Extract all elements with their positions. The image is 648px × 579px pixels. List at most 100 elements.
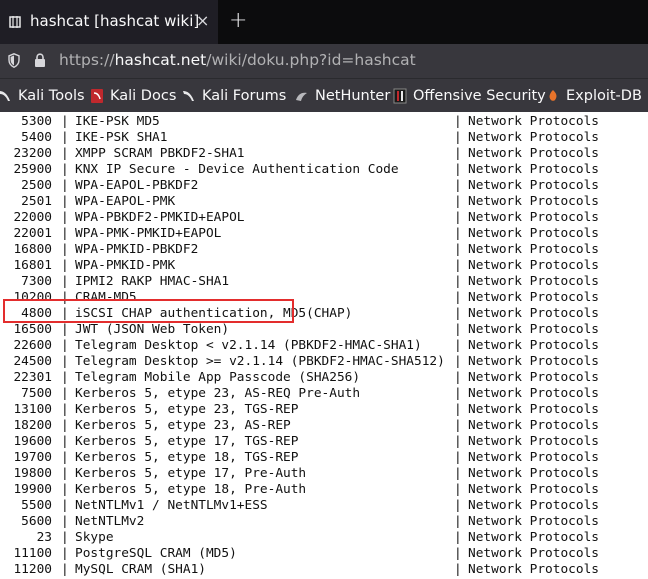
category-cell: Network Protocols xyxy=(468,242,599,257)
bookmarks-toolbar: Kali Tools Kali Docs Kali Forums NetHunt… xyxy=(0,78,648,112)
hash-name-cell: IKE-PSK SHA1 xyxy=(75,130,168,145)
hash-mode-cell: 25900 xyxy=(13,162,52,177)
bookmark-kali-docs[interactable]: Kali Docs xyxy=(90,79,176,113)
hash-mode-cell: 7300 xyxy=(21,274,52,289)
hash-mode-cell: 16801 xyxy=(13,258,52,273)
column-separator: | xyxy=(454,194,462,209)
hash-mode-cell: 24500 xyxy=(13,354,52,369)
column-separator: | xyxy=(454,146,462,161)
table-row: 19800 | Kerberos 5, etype 17, Pre-Auth | Net… xyxy=(0,466,648,482)
category-cell: Network Protocols xyxy=(468,258,599,273)
hash-name-cell: Telegram Desktop < v2.1.14 (PBKDF2-HMAC-… xyxy=(75,338,422,353)
hash-name-cell: Kerberos 5, etype 18, TGS-REP xyxy=(75,450,299,465)
hash-mode-cell: 19600 xyxy=(13,434,52,449)
column-separator: | xyxy=(454,242,462,257)
hash-name-cell: WPA-PBKDF2-PMKID+EAPOL xyxy=(75,210,245,225)
table-row: 7500 | Kerberos 5, etype 23, AS-REQ Pre-Au… xyxy=(0,386,648,402)
hash-name-cell: Kerberos 5, etype 17, TGS-REP xyxy=(75,434,299,449)
column-separator: | xyxy=(454,290,462,305)
column-separator: | xyxy=(454,226,462,241)
hash-mode-cell: 19700 xyxy=(13,450,52,465)
hash-modes-table: 5300 | IKE-PSK MD5 | Network Protocols 5400 | I… xyxy=(0,112,648,579)
hash-name-cell: CRAM-MD5 xyxy=(75,290,137,305)
address-bar[interactable]: https://hashcat.net/wiki/doku.php?id=has… xyxy=(0,44,648,78)
table-row: 7300 | IPMI2 RAKP HMAC-SHA1 | Network Protoc… xyxy=(0,274,648,290)
hash-mode-cell: 2501 xyxy=(21,194,52,209)
hash-name-cell: Telegram Mobile App Passcode (SHA256) xyxy=(75,370,361,385)
category-cell: Network Protocols xyxy=(468,114,599,129)
table-row: 22000 | WPA-PBKDF2-PMKID+EAPOL | Network Pro… xyxy=(0,210,648,226)
column-separator: | xyxy=(61,386,69,401)
table-row: 16801 | WPA-PMKID-PMK | Network Protocols xyxy=(0,258,648,274)
hash-name-cell: NetNTLMv1 / NetNTLMv1+ESS xyxy=(75,498,268,513)
column-separator: | xyxy=(61,274,69,289)
hash-mode-cell: 7500 xyxy=(21,386,52,401)
hash-name-cell: iSCSI CHAP authentication, MD5(CHAP) xyxy=(75,306,353,321)
tab-close-icon[interactable]: × xyxy=(196,11,209,30)
url-protocol: https:// xyxy=(59,51,115,69)
hash-mode-cell: 22600 xyxy=(13,338,52,353)
url-text[interactable]: https://hashcat.net/wiki/doku.php?id=has… xyxy=(59,51,416,69)
category-cell: Network Protocols xyxy=(468,178,599,193)
hash-mode-cell: 11200 xyxy=(13,562,52,577)
table-row: 22001 | WPA-PMK-PMKID+EAPOL | Network Protoc… xyxy=(0,226,648,242)
column-separator: | xyxy=(61,162,69,177)
column-separator: | xyxy=(454,162,462,177)
column-separator: | xyxy=(454,130,462,145)
column-separator: | xyxy=(61,546,69,561)
category-cell: Network Protocols xyxy=(468,162,599,177)
category-cell: Network Protocols xyxy=(468,418,599,433)
category-cell: Network Protocols xyxy=(468,338,599,353)
category-cell: Network Protocols xyxy=(468,546,599,561)
bookmark-kali-forums[interactable]: Kali Forums xyxy=(182,79,286,113)
category-cell: Network Protocols xyxy=(468,498,599,513)
category-cell: Network Protocols xyxy=(468,290,599,305)
hash-mode-cell: 5300 xyxy=(21,114,52,129)
hash-mode-cell: 10200 xyxy=(13,290,52,305)
column-separator: | xyxy=(454,562,462,577)
hash-name-cell: IPMI2 RAKP HMAC-SHA1 xyxy=(75,274,230,289)
table-row: 24500 | Telegram Desktop >= v2.1.14 (PBKDF… xyxy=(0,354,648,370)
bookmark-kali-tools[interactable]: Kali Tools xyxy=(0,79,85,113)
hash-mode-cell: 13100 xyxy=(13,402,52,417)
table-row: 22301 | Telegram Mobile App Passcode (SHA2… xyxy=(0,370,648,386)
hash-mode-cell: 23 xyxy=(36,530,52,545)
new-tab-button[interactable]: + xyxy=(229,8,247,33)
table-row: 18200 | Kerberos 5, etype 23, AS-REP | Netwo… xyxy=(0,418,648,434)
category-cell: Network Protocols xyxy=(468,194,599,209)
bookmark-nethunter[interactable]: NetHunter xyxy=(295,79,390,113)
bookmark-offensive-security[interactable]: Offensive Security xyxy=(393,79,546,113)
hash-name-cell: WPA-PMKID-PBKDF2 xyxy=(75,242,199,257)
url-path: /wiki/doku.php?id=hashcat xyxy=(206,51,416,69)
column-separator: | xyxy=(454,274,462,289)
hash-mode-cell: 22001 xyxy=(13,226,52,241)
category-cell: Network Protocols xyxy=(468,482,599,497)
table-row: 23200 | XMPP SCRAM PBKDF2-SHA1 | Network Pro… xyxy=(0,146,648,162)
hash-mode-cell: 5600 xyxy=(21,514,52,529)
hash-name-cell: JWT (JSON Web Token) xyxy=(75,322,230,337)
column-separator: | xyxy=(454,178,462,193)
hash-mode-cell: 16500 xyxy=(13,322,52,337)
hash-name-cell: PostgreSQL CRAM (MD5) xyxy=(75,546,237,561)
hash-name-cell: WPA-PMKID-PMK xyxy=(75,258,176,273)
hash-name-cell: Skype xyxy=(75,530,114,545)
hash-name-cell: Kerberos 5, etype 23, AS-REQ Pre-Auth xyxy=(75,386,361,401)
bookmark-exploit-db[interactable]: Exploit-DB xyxy=(546,79,642,113)
table-row: 4800 | iSCSI CHAP authentication, MD5(CHAP… xyxy=(0,306,648,322)
tab-hashcat[interactable]: hashcat [hashcat wiki] × xyxy=(0,0,218,44)
hash-mode-cell: 23200 xyxy=(13,146,52,161)
table-row: 11200 | MySQL CRAM (SHA1) | Network Protocol… xyxy=(0,562,648,578)
tracking-shield-icon[interactable] xyxy=(8,53,20,68)
tab-title: hashcat [hashcat wiki] xyxy=(30,12,200,30)
column-separator: | xyxy=(61,306,69,321)
column-separator: | xyxy=(454,354,462,369)
category-cell: Network Protocols xyxy=(468,466,599,481)
column-separator: | xyxy=(61,482,69,497)
table-row: 2500 | WPA-EAPOL-PBKDF2 | Network Protocols xyxy=(0,178,648,194)
lock-icon[interactable] xyxy=(34,53,46,68)
kali-dragon-icon xyxy=(0,91,10,101)
category-cell: Network Protocols xyxy=(468,210,599,225)
column-separator: | xyxy=(454,482,462,497)
column-separator: | xyxy=(61,338,69,353)
hash-name-cell: WPA-PMK-PMKID+EAPOL xyxy=(75,226,222,241)
